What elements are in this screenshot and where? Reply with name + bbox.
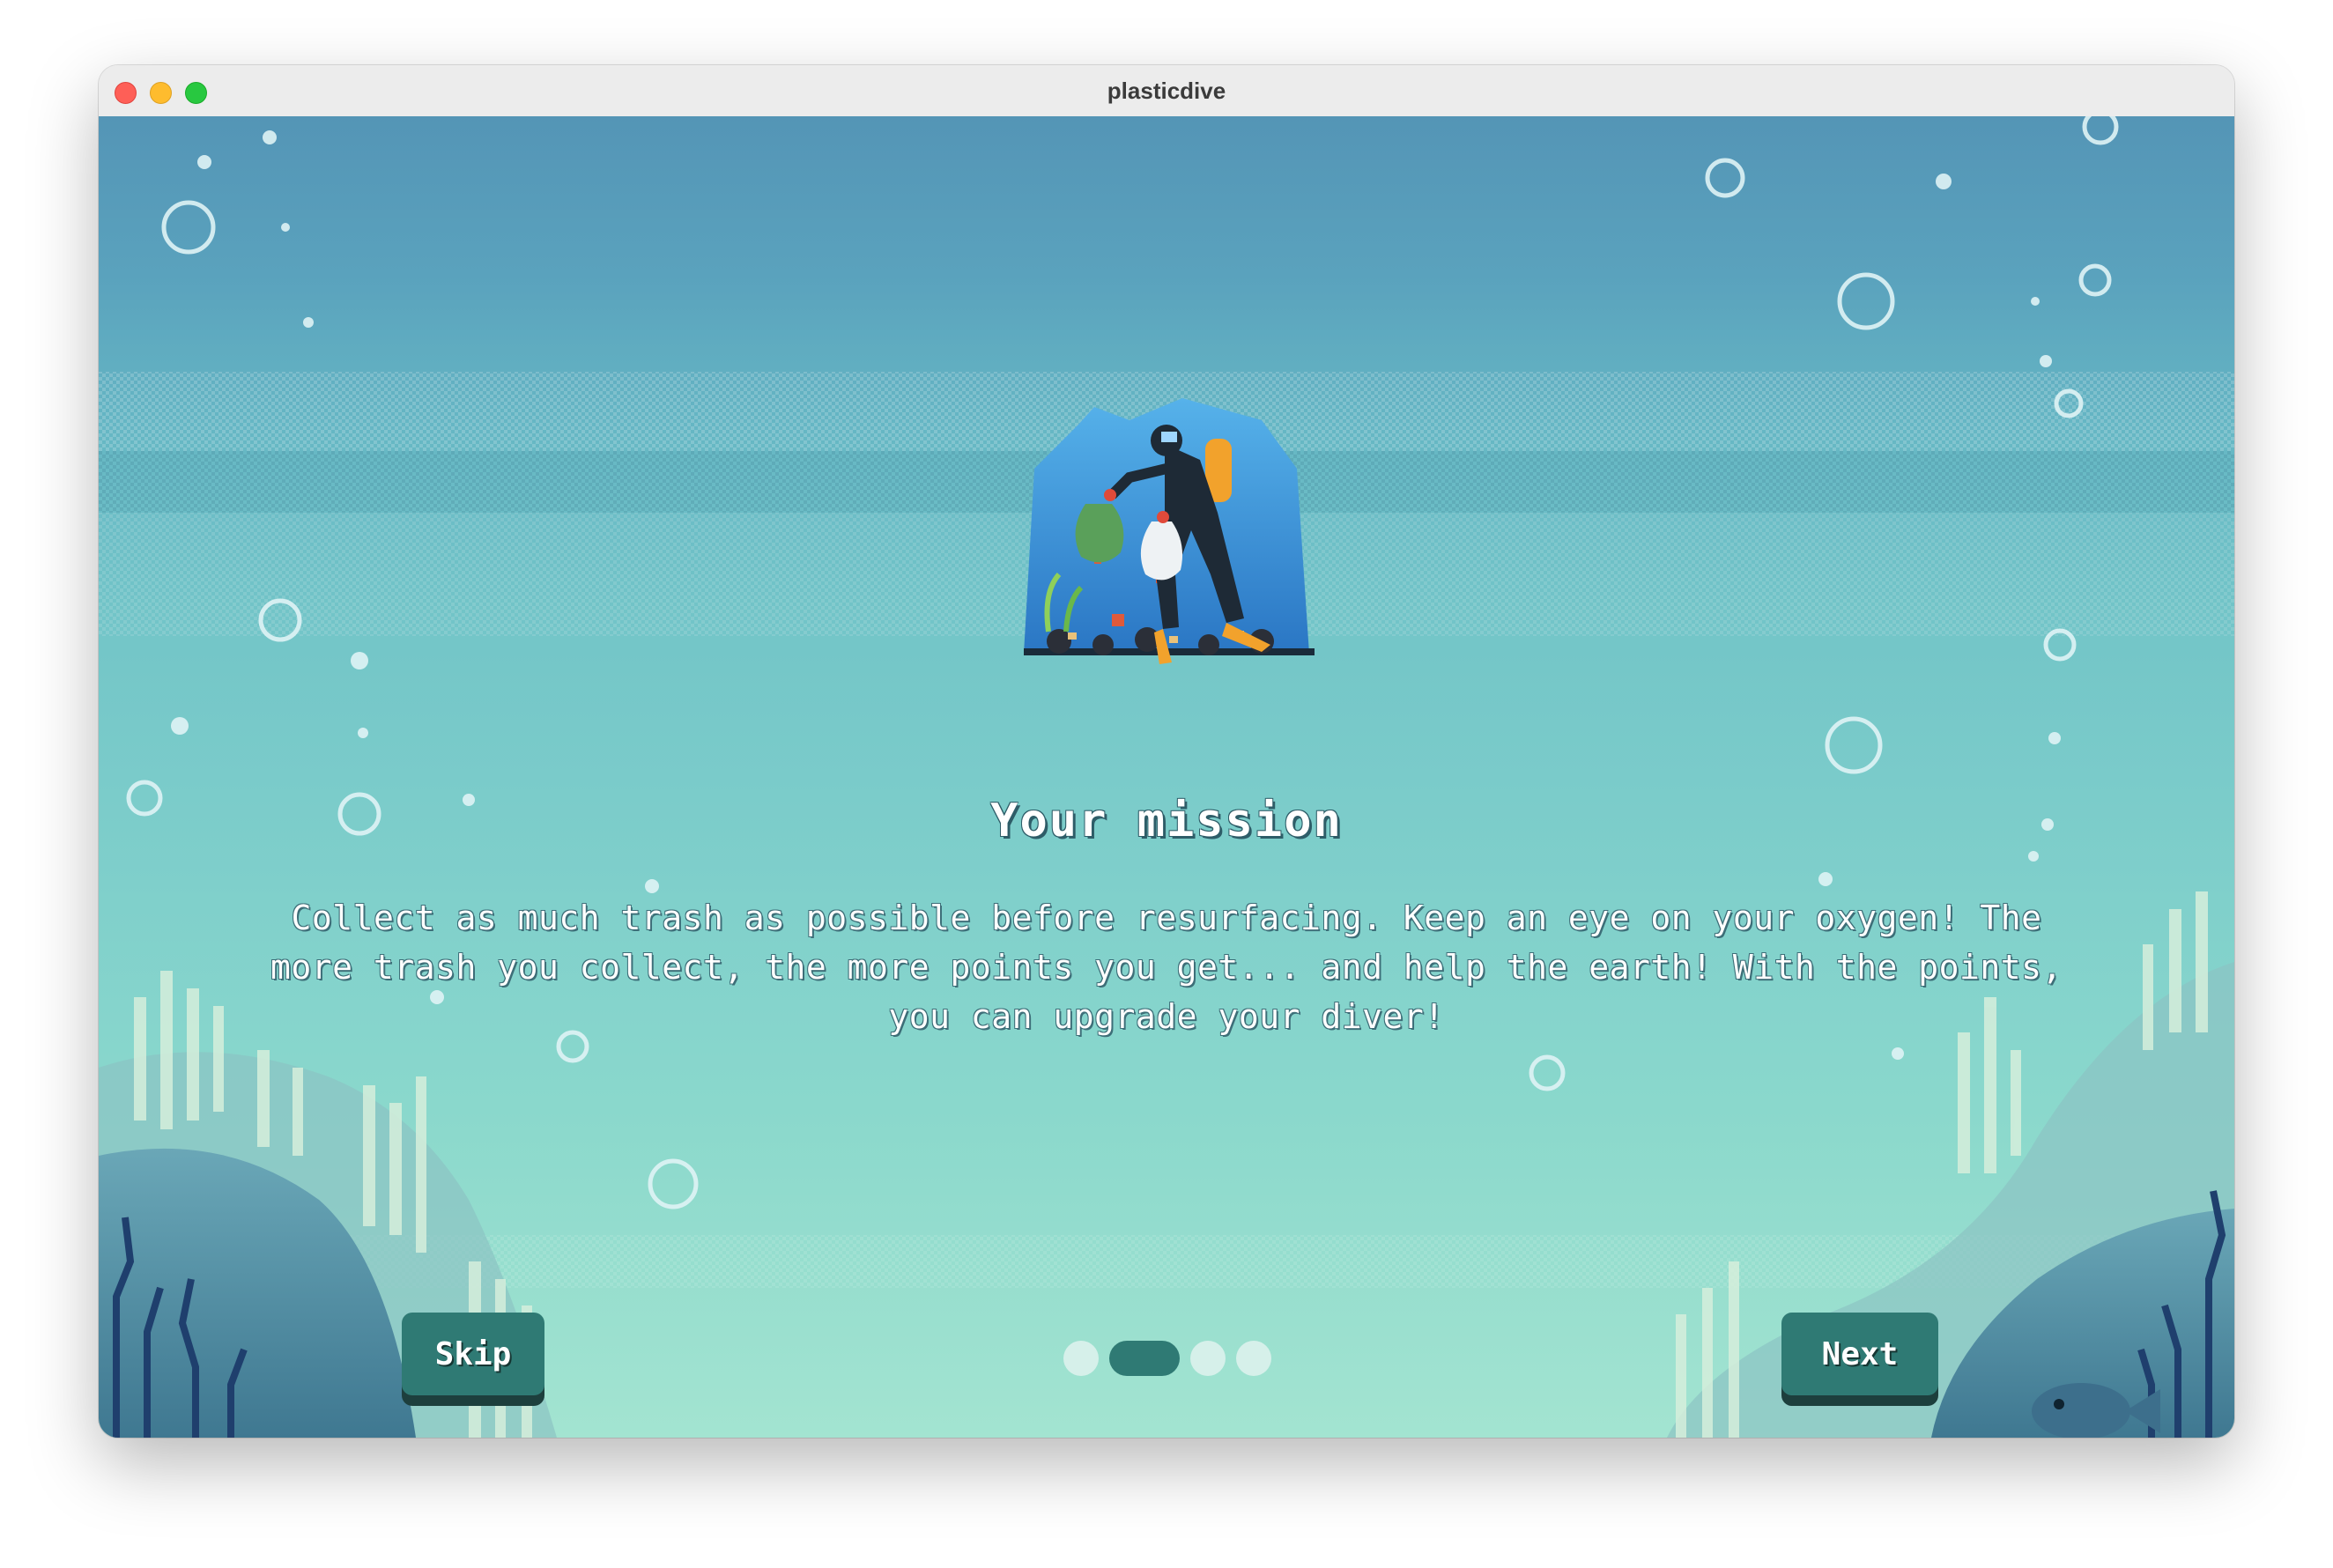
pagination-dot-4[interactable] <box>1236 1341 1271 1376</box>
pagination-dot-2-active[interactable] <box>1109 1341 1180 1376</box>
pagination-dot-3[interactable] <box>1190 1341 1226 1376</box>
underwater-background <box>99 116 2234 1438</box>
pagination-dot-1[interactable] <box>1063 1341 1099 1376</box>
title-bar: plasticdive <box>99 65 2234 117</box>
slide-description: Collect as much trash as possible before… <box>270 899 2063 1036</box>
game-screen: Your mission Collect as much trash as po… <box>99 116 2234 1438</box>
pagination-dots <box>99 1341 2234 1376</box>
app-window: plasticdive Your mission Collect as much… <box>99 65 2234 1438</box>
slide-heading: Your mission <box>990 795 1343 847</box>
scuba-diver-illustration <box>1024 398 1315 664</box>
window-title: plasticdive <box>1107 78 1226 104</box>
